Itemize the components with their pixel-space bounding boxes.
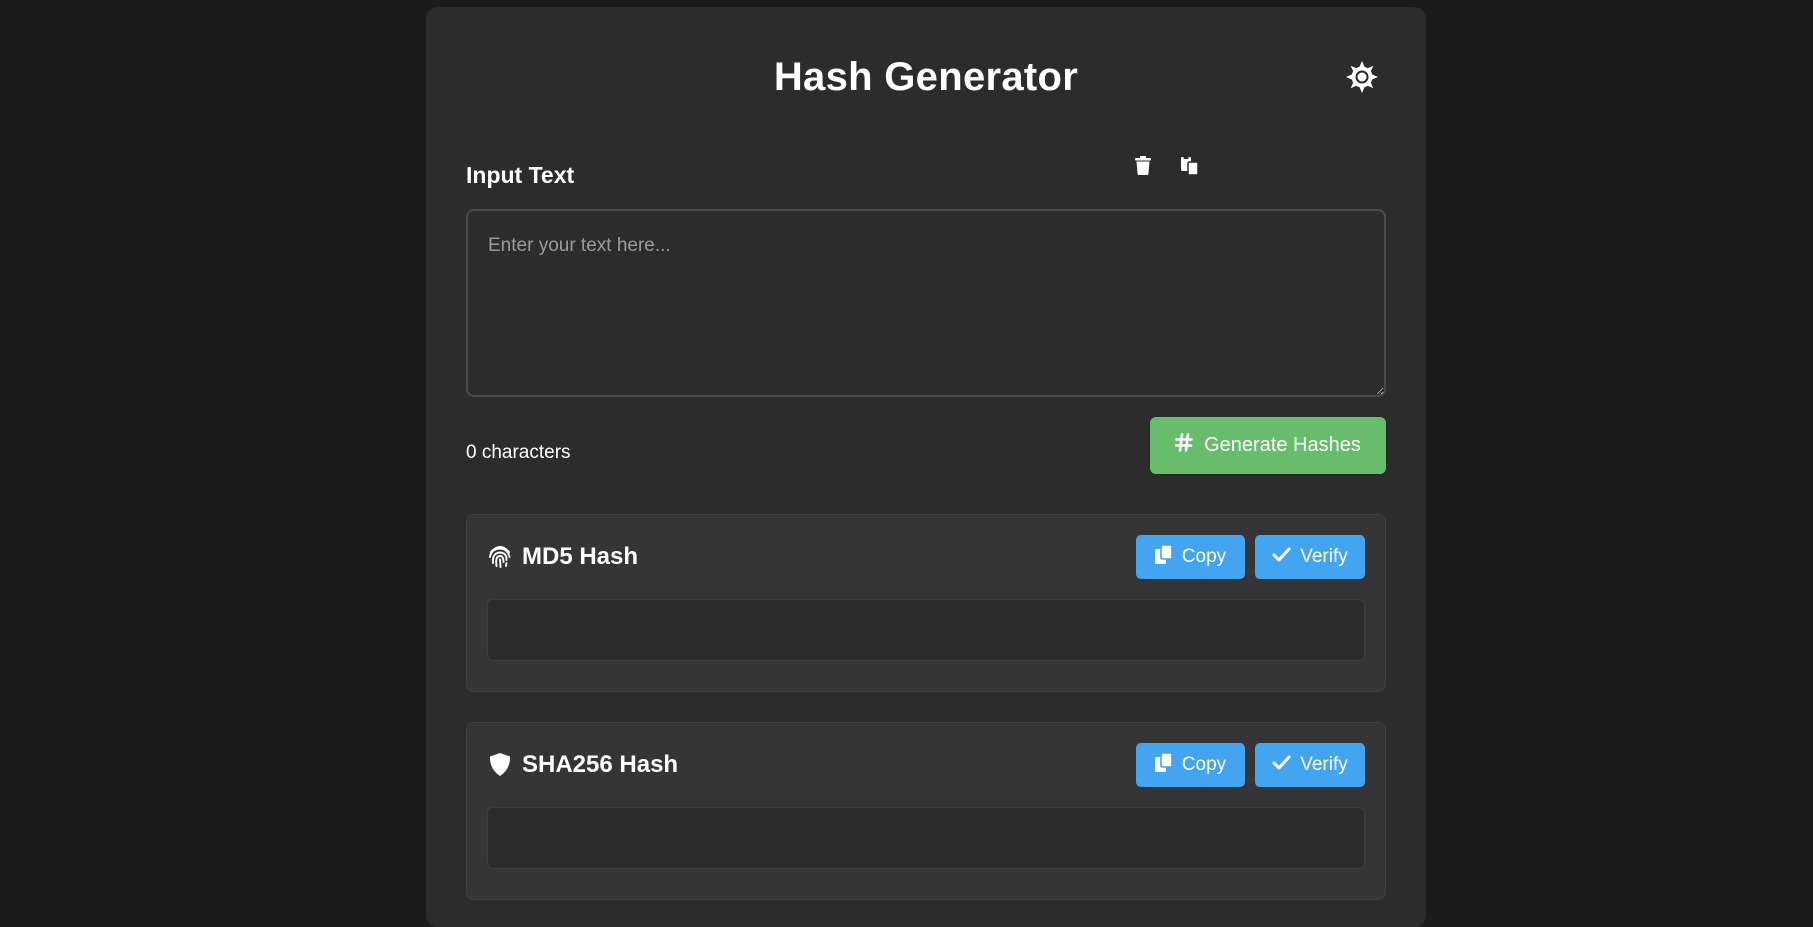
hash-icon [1174,433,1193,458]
copy-icon [1154,543,1173,570]
generate-hashes-label: Generate Hashes [1204,434,1361,456]
sha256-verify-label: Verify [1300,754,1348,775]
md5-hash-title: MD5 Hash [522,543,639,570]
sha256-verify-button[interactable]: Verify [1255,743,1365,787]
header: Hash Generator [426,7,1426,157]
sha256-hash-title: SHA256 Hash [522,751,679,778]
check-icon [1272,546,1291,568]
md5-hash-card: MD5 Hash Copy Verify [466,514,1386,692]
page-title: Hash Generator [773,55,1079,99]
md5-verify-label: Verify [1300,546,1348,567]
clear-input-button[interactable] [1128,153,1158,183]
input-label: Input Text [466,162,575,188]
sha256-copy-button[interactable]: Copy [1136,743,1245,787]
paste-icon [1180,155,1199,181]
sha256-hash-output[interactable] [487,807,1365,869]
md5-copy-button[interactable]: Copy [1136,535,1245,579]
sha256-copy-label: Copy [1181,754,1227,775]
sha256-hash-card: SHA256 Hash Copy Verify [466,722,1386,900]
md5-hash-output[interactable] [487,599,1365,661]
fingerprint-icon [487,543,513,569]
shield-icon [487,751,513,777]
md5-verify-button[interactable]: Verify [1255,535,1365,579]
trash-icon [1135,156,1151,180]
generate-hashes-button[interactable]: Generate Hashes [1150,417,1386,474]
input-textarea[interactable] [466,209,1386,397]
md5-copy-label: Copy [1181,546,1227,567]
paste-button[interactable] [1174,153,1204,183]
gear-icon [1345,60,1379,99]
check-icon [1272,754,1291,776]
theme-toggle-button[interactable] [1342,59,1382,99]
character-count: 0 characters [466,442,571,463]
copy-icon [1154,751,1173,778]
main-panel: Hash Generator Input Text Enter your tex… [426,7,1426,927]
